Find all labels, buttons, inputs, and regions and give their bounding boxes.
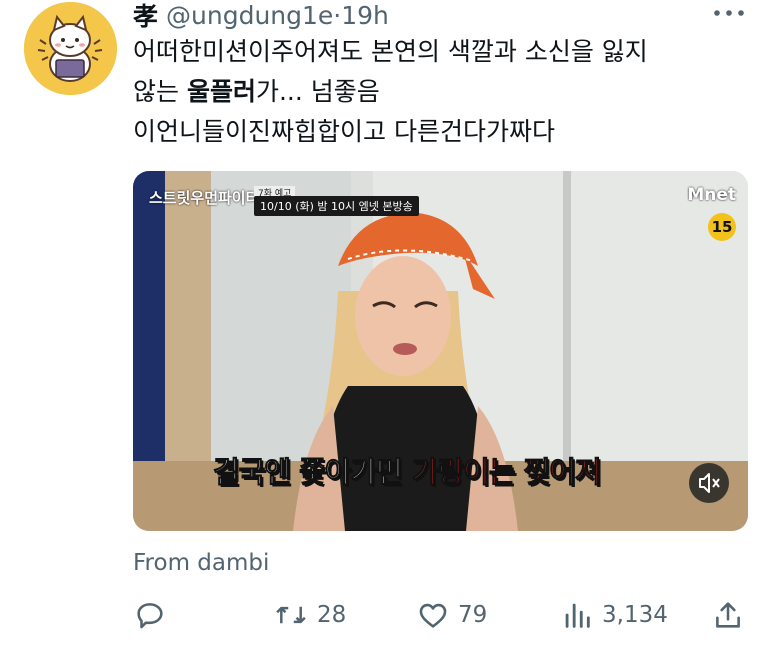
age-rating-badge: 15 [708,213,736,241]
retweet-icon [273,598,309,632]
more-icon[interactable] [712,5,746,21]
tweet-text-bold: 울플러 [186,77,256,106]
subtitle-white: 결국엔 쫓아가면 [213,455,404,490]
share-button[interactable] [711,594,745,636]
tweet-text-line: 어떠한미션이주어져도 본연의 색깔과 소신을 잃지 [133,37,648,66]
tweet-text-segment: 않는 [133,77,187,106]
show-logo: 스트릿우먼파이터2 [149,189,270,207]
retweet-button[interactable]: 28 [273,594,346,636]
tweet-text-line: 않는 울플러가... 넘좋음 [133,72,743,112]
tweet-text: 어떠한미션이주어져도 본연의 색깔과 소신을 잃지 않는 울플러가... 넘좋음… [133,32,743,152]
tweet-header: 孝 @ungdung1e · 19h [133,0,389,33]
like-count: 79 [458,602,488,628]
mute-icon[interactable] [689,463,729,503]
avatar[interactable] [24,2,117,95]
tweet-text-segment: 가... 넘좋음 [255,77,380,106]
like-button[interactable]: 79 [416,594,487,636]
tweet-text-line: 이언니들이진짜힙합이고 다른건다가짜다 [133,117,555,146]
avatar-cat-illustration [24,2,117,95]
subtitle-red: 가랑이는 찢어져 [411,455,602,490]
action-bar: 28 79 3,134 [133,594,748,636]
channel-logo: Mnet [687,185,736,205]
user-handle[interactable]: @ungdung1e [166,1,333,30]
views-icon [560,598,594,632]
timestamp[interactable]: 19h [341,1,389,30]
broadcast-info: 10/10 (화) 밤 10시 엠넷 본방송 [254,196,419,216]
separator-dot: · [333,0,342,30]
reply-icon [133,598,167,632]
view-count: 3,134 [602,602,668,628]
tweet-video[interactable]: 스트릿우먼파이터2 7화 예고 10/10 (화) 밤 10시 엠넷 본방송 M… [133,171,748,531]
share-icon [711,598,745,632]
reply-button[interactable] [133,594,175,636]
source-label: From dambi [133,550,270,576]
video-subtitle: 결국엔 쫓아가면 가랑이는 찢어져 [213,449,603,491]
retweet-count: 28 [317,602,347,628]
display-name[interactable]: 孝 [133,0,158,33]
like-icon [416,598,450,632]
views-button[interactable]: 3,134 [560,594,668,636]
